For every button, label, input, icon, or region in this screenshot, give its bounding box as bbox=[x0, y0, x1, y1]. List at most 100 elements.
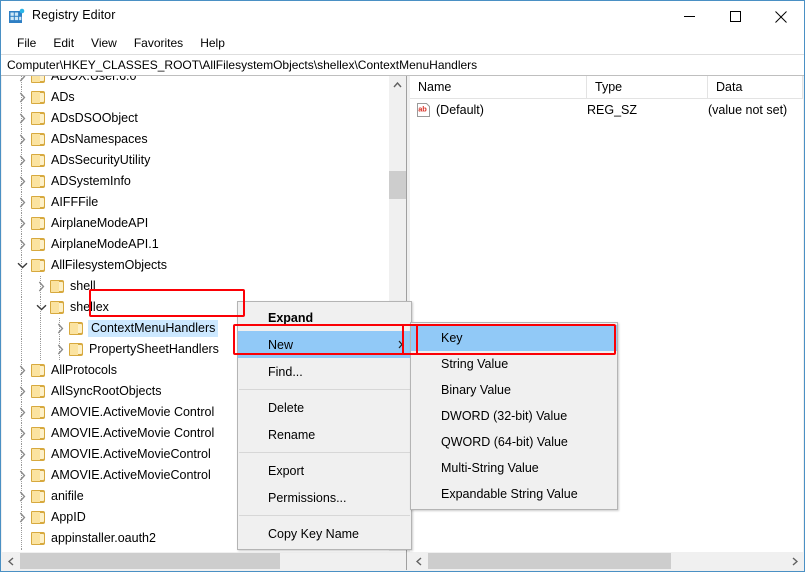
chevron-right-icon[interactable] bbox=[14, 171, 30, 192]
values-list[interactable]: ab(Default)REG_SZ(value not set) bbox=[410, 99, 803, 120]
submenu-item-label: Binary Value bbox=[441, 383, 511, 397]
menu-edit[interactable]: Edit bbox=[45, 34, 83, 53]
context-menu-item[interactable]: Export bbox=[238, 457, 411, 484]
context-menu-item[interactable]: New bbox=[238, 331, 411, 358]
chevron-right-icon[interactable] bbox=[14, 381, 30, 402]
chevron-right-icon[interactable] bbox=[52, 339, 68, 360]
folder-icon bbox=[30, 490, 47, 504]
folder-icon bbox=[30, 364, 47, 378]
chevron-right-icon[interactable] bbox=[14, 108, 30, 129]
folder-icon bbox=[30, 385, 47, 399]
submenu-item[interactable]: Binary Value bbox=[411, 377, 617, 403]
tree-guide-line bbox=[59, 318, 60, 339]
values-scroll-left-icon[interactable] bbox=[410, 552, 427, 570]
chevron-right-icon[interactable] bbox=[14, 192, 30, 213]
context-menu-item[interactable]: Expand bbox=[238, 304, 411, 331]
folder-icon bbox=[30, 532, 47, 546]
tree-item-label: AirplaneModeAPI bbox=[51, 216, 148, 231]
maximize-button[interactable] bbox=[712, 1, 758, 32]
tree-item[interactable]: AllFilesystemObjects bbox=[2, 255, 384, 276]
tree-item[interactable]: ADsDSOObject bbox=[2, 108, 384, 129]
submenu-item[interactable]: Key bbox=[411, 325, 617, 351]
chevron-right-icon[interactable] bbox=[14, 234, 30, 255]
chevron-right-icon[interactable] bbox=[14, 402, 30, 423]
tree-item[interactable]: AirplaneModeAPI.1 bbox=[2, 234, 384, 255]
menu-view[interactable]: View bbox=[83, 34, 126, 53]
menu-help[interactable]: Help bbox=[192, 34, 234, 53]
tree-guide-line bbox=[21, 129, 22, 150]
context-menu-item[interactable]: Delete bbox=[238, 394, 411, 421]
context-menu[interactable]: ExpandNew Find... Delete Rename Export Permis… bbox=[237, 301, 412, 550]
submenu-item[interactable]: String Value bbox=[411, 351, 617, 377]
tree-item-label: AirplaneModeAPI.1 bbox=[51, 237, 159, 252]
column-header-name[interactable]: Name bbox=[410, 76, 587, 98]
tree-item[interactable]: AirplaneModeAPI bbox=[2, 213, 384, 234]
tree-item[interactable]: ADs bbox=[2, 87, 384, 108]
tree-item-label: AMOVIE.ActiveMovieControl bbox=[51, 447, 211, 462]
chevron-right-icon[interactable] bbox=[14, 87, 30, 108]
context-menu-item[interactable]: Rename bbox=[238, 421, 411, 448]
tree-item[interactable]: shell bbox=[2, 276, 384, 297]
tree-item-label: shellex bbox=[70, 300, 109, 315]
chevron-right-icon[interactable] bbox=[14, 150, 30, 171]
context-menu-item-label: Export bbox=[268, 464, 304, 478]
address-bar[interactable]: Computer\HKEY_CLASSES_ROOT\AllFilesystem… bbox=[1, 54, 804, 76]
context-menu-item-label: Rename bbox=[268, 428, 315, 442]
chevron-right-icon[interactable] bbox=[14, 465, 30, 486]
submenu-item[interactable]: QWORD (64-bit) Value bbox=[411, 429, 617, 455]
values-scroll-right-icon[interactable] bbox=[786, 552, 803, 570]
string-value-icon: ab bbox=[416, 103, 431, 116]
folder-icon bbox=[30, 91, 47, 105]
chevron-down-icon[interactable] bbox=[33, 297, 49, 318]
context-menu-item[interactable]: Permissions... bbox=[238, 484, 411, 511]
values-hscroll-thumb[interactable] bbox=[428, 553, 671, 569]
tree-scroll-left-icon[interactable] bbox=[2, 552, 19, 570]
tree-item[interactable]: ADOX.User.6.0 bbox=[2, 76, 384, 87]
folder-icon bbox=[30, 175, 47, 189]
window-controls bbox=[666, 1, 804, 32]
tree-horizontal-scrollbar[interactable] bbox=[2, 551, 406, 570]
chevron-right-icon[interactable] bbox=[52, 318, 68, 339]
column-header-data[interactable]: Data bbox=[708, 76, 803, 98]
context-menu-item[interactable]: Copy Key Name bbox=[238, 520, 411, 547]
chevron-right-icon[interactable] bbox=[33, 276, 49, 297]
chevron-right-icon[interactable] bbox=[14, 76, 30, 87]
submenu-item[interactable]: Expandable String Value bbox=[411, 481, 617, 507]
tree-guide-line bbox=[21, 87, 22, 108]
tree-item-label: AIFFFile bbox=[51, 195, 98, 210]
context-menu-item-label: Find... bbox=[268, 365, 303, 379]
values-horizontal-scrollbar[interactable] bbox=[410, 551, 803, 570]
tree-guide-line bbox=[21, 318, 22, 339]
tree-scroll-up-icon[interactable] bbox=[389, 76, 406, 93]
tree-item[interactable]: ADSystemInfo bbox=[2, 171, 384, 192]
tree-scroll-thumb[interactable] bbox=[389, 171, 406, 199]
value-type: REG_SZ bbox=[587, 103, 708, 117]
close-button[interactable] bbox=[758, 1, 804, 32]
chevron-right-icon[interactable] bbox=[14, 129, 30, 150]
tree-item-label: appinstaller.oauth2 bbox=[51, 531, 156, 546]
chevron-down-icon[interactable] bbox=[14, 255, 30, 276]
tree-hscroll-thumb[interactable] bbox=[20, 553, 280, 569]
menu-favorites[interactable]: Favorites bbox=[126, 34, 192, 53]
chevron-right-icon[interactable] bbox=[14, 423, 30, 444]
column-header-type[interactable]: Type bbox=[587, 76, 708, 98]
minimize-button[interactable] bbox=[666, 1, 712, 32]
chevron-right-icon[interactable] bbox=[14, 213, 30, 234]
submenu-item[interactable]: DWORD (32-bit) Value bbox=[411, 403, 617, 429]
folder-icon bbox=[30, 406, 47, 420]
tree-item-label: AllFilesystemObjects bbox=[51, 258, 167, 273]
chevron-right-icon[interactable] bbox=[14, 360, 30, 381]
new-submenu[interactable]: KeyString Value Binary Value DWORD (32-bit… bbox=[410, 322, 618, 510]
tree-item[interactable]: ADsNamespaces bbox=[2, 129, 384, 150]
value-row[interactable]: ab(Default)REG_SZ(value not set) bbox=[410, 99, 803, 120]
context-menu-item[interactable]: Find... bbox=[238, 358, 411, 385]
submenu-item[interactable]: Multi-String Value bbox=[411, 455, 617, 481]
tree-item[interactable]: AIFFFile bbox=[2, 192, 384, 213]
chevron-right-icon[interactable] bbox=[14, 444, 30, 465]
tree-guide-line bbox=[21, 528, 22, 549]
tree-item[interactable]: ADsSecurityUtility bbox=[2, 150, 384, 171]
chevron-right-icon[interactable] bbox=[14, 486, 30, 507]
address-path: Computer\HKEY_CLASSES_ROOT\AllFilesystem… bbox=[7, 58, 477, 72]
chevron-right-icon[interactable] bbox=[14, 507, 30, 528]
menu-file[interactable]: File bbox=[9, 34, 45, 53]
